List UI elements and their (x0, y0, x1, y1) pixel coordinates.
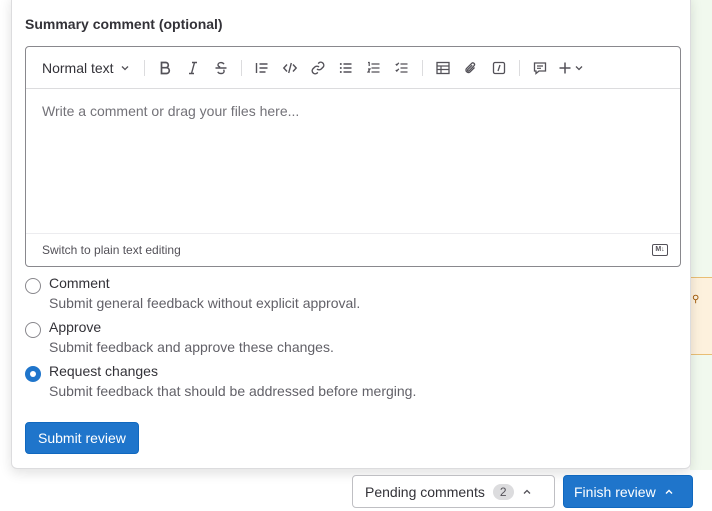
summary-title: Summary comment (optional) (25, 16, 223, 32)
option-help: Submit feedback that should be addressed… (49, 383, 417, 399)
more-insert-dropdown[interactable] (554, 54, 588, 82)
background-warning-strip: ⚲ (690, 277, 712, 355)
blockquote-button[interactable] (248, 54, 276, 82)
toolbar-divider (518, 59, 520, 76)
plus-icon (559, 62, 571, 73)
italic-icon (188, 61, 197, 74)
link-icon (311, 61, 325, 74)
numbered-list-icon (366, 61, 380, 73)
comment-icon (533, 61, 546, 75)
radio-approve[interactable] (25, 322, 41, 338)
comment-button[interactable] (526, 54, 554, 82)
pending-comments-button[interactable]: Pending comments 2 (352, 475, 555, 508)
editor-toolbar: Normal text (26, 47, 680, 89)
embed-icon (492, 61, 505, 74)
toolbar-divider (240, 59, 242, 76)
embed-button[interactable] (485, 54, 513, 82)
bullet-list-icon (339, 62, 352, 73)
review-popover: Summary comment (optional) Normal text W… (11, 0, 691, 469)
bold-icon (160, 61, 170, 74)
table-icon (435, 61, 450, 74)
text-format-label: Normal text (42, 59, 114, 76)
strikethrough-icon (215, 61, 227, 74)
toolbar-divider (421, 59, 423, 76)
radio-comment[interactable] (25, 278, 41, 294)
toolbar-divider (143, 59, 145, 76)
bullet-list-button[interactable] (332, 54, 360, 82)
comment-editor: Normal text Write a comment or drag your… (25, 46, 681, 267)
table-button[interactable] (429, 54, 457, 82)
chevron-up-icon (523, 489, 530, 494)
finish-review-button[interactable]: Finish review (563, 475, 693, 508)
editor-footer: Switch to plain text editing M↓ (26, 233, 680, 266)
code-button[interactable] (276, 54, 304, 82)
comment-textarea[interactable]: Write a comment or drag your files here.… (42, 103, 299, 119)
italic-button[interactable] (179, 54, 207, 82)
finish-review-label: Finish review (574, 483, 656, 500)
switch-plain-text-link[interactable]: Switch to plain text editing (42, 243, 181, 257)
task-list-icon (394, 61, 408, 73)
link-button[interactable] (304, 54, 332, 82)
markdown-icon: M↓ (652, 244, 668, 256)
attach-icon (464, 61, 475, 73)
option-label: Approve (49, 319, 102, 335)
submit-review-button[interactable]: Submit review (25, 422, 139, 454)
strikethrough-button[interactable] (207, 54, 235, 82)
task-list-button[interactable] (388, 54, 416, 82)
pending-count-badge: 2 (492, 483, 514, 500)
background-page-strip (690, 0, 712, 470)
radio-request-changes[interactable] (25, 366, 41, 382)
numbered-list-button[interactable] (360, 54, 388, 82)
option-help: Submit feedback and approve these change… (49, 339, 334, 355)
chevron-down-icon (121, 65, 129, 70)
chevron-down-icon (575, 65, 583, 70)
text-format-dropdown[interactable]: Normal text (34, 54, 138, 82)
bold-button[interactable] (151, 54, 179, 82)
code-icon (282, 62, 297, 73)
chevron-up-icon (665, 489, 673, 494)
blockquote-icon (255, 62, 268, 73)
option-help: Submit general feedback without explicit… (49, 295, 361, 311)
attach-button[interactable] (457, 54, 485, 82)
option-label: Comment (49, 275, 110, 291)
pin-icon: ⚲ (692, 294, 700, 305)
pending-comments-label: Pending comments (365, 483, 485, 500)
option-label: Request changes (49, 363, 158, 379)
